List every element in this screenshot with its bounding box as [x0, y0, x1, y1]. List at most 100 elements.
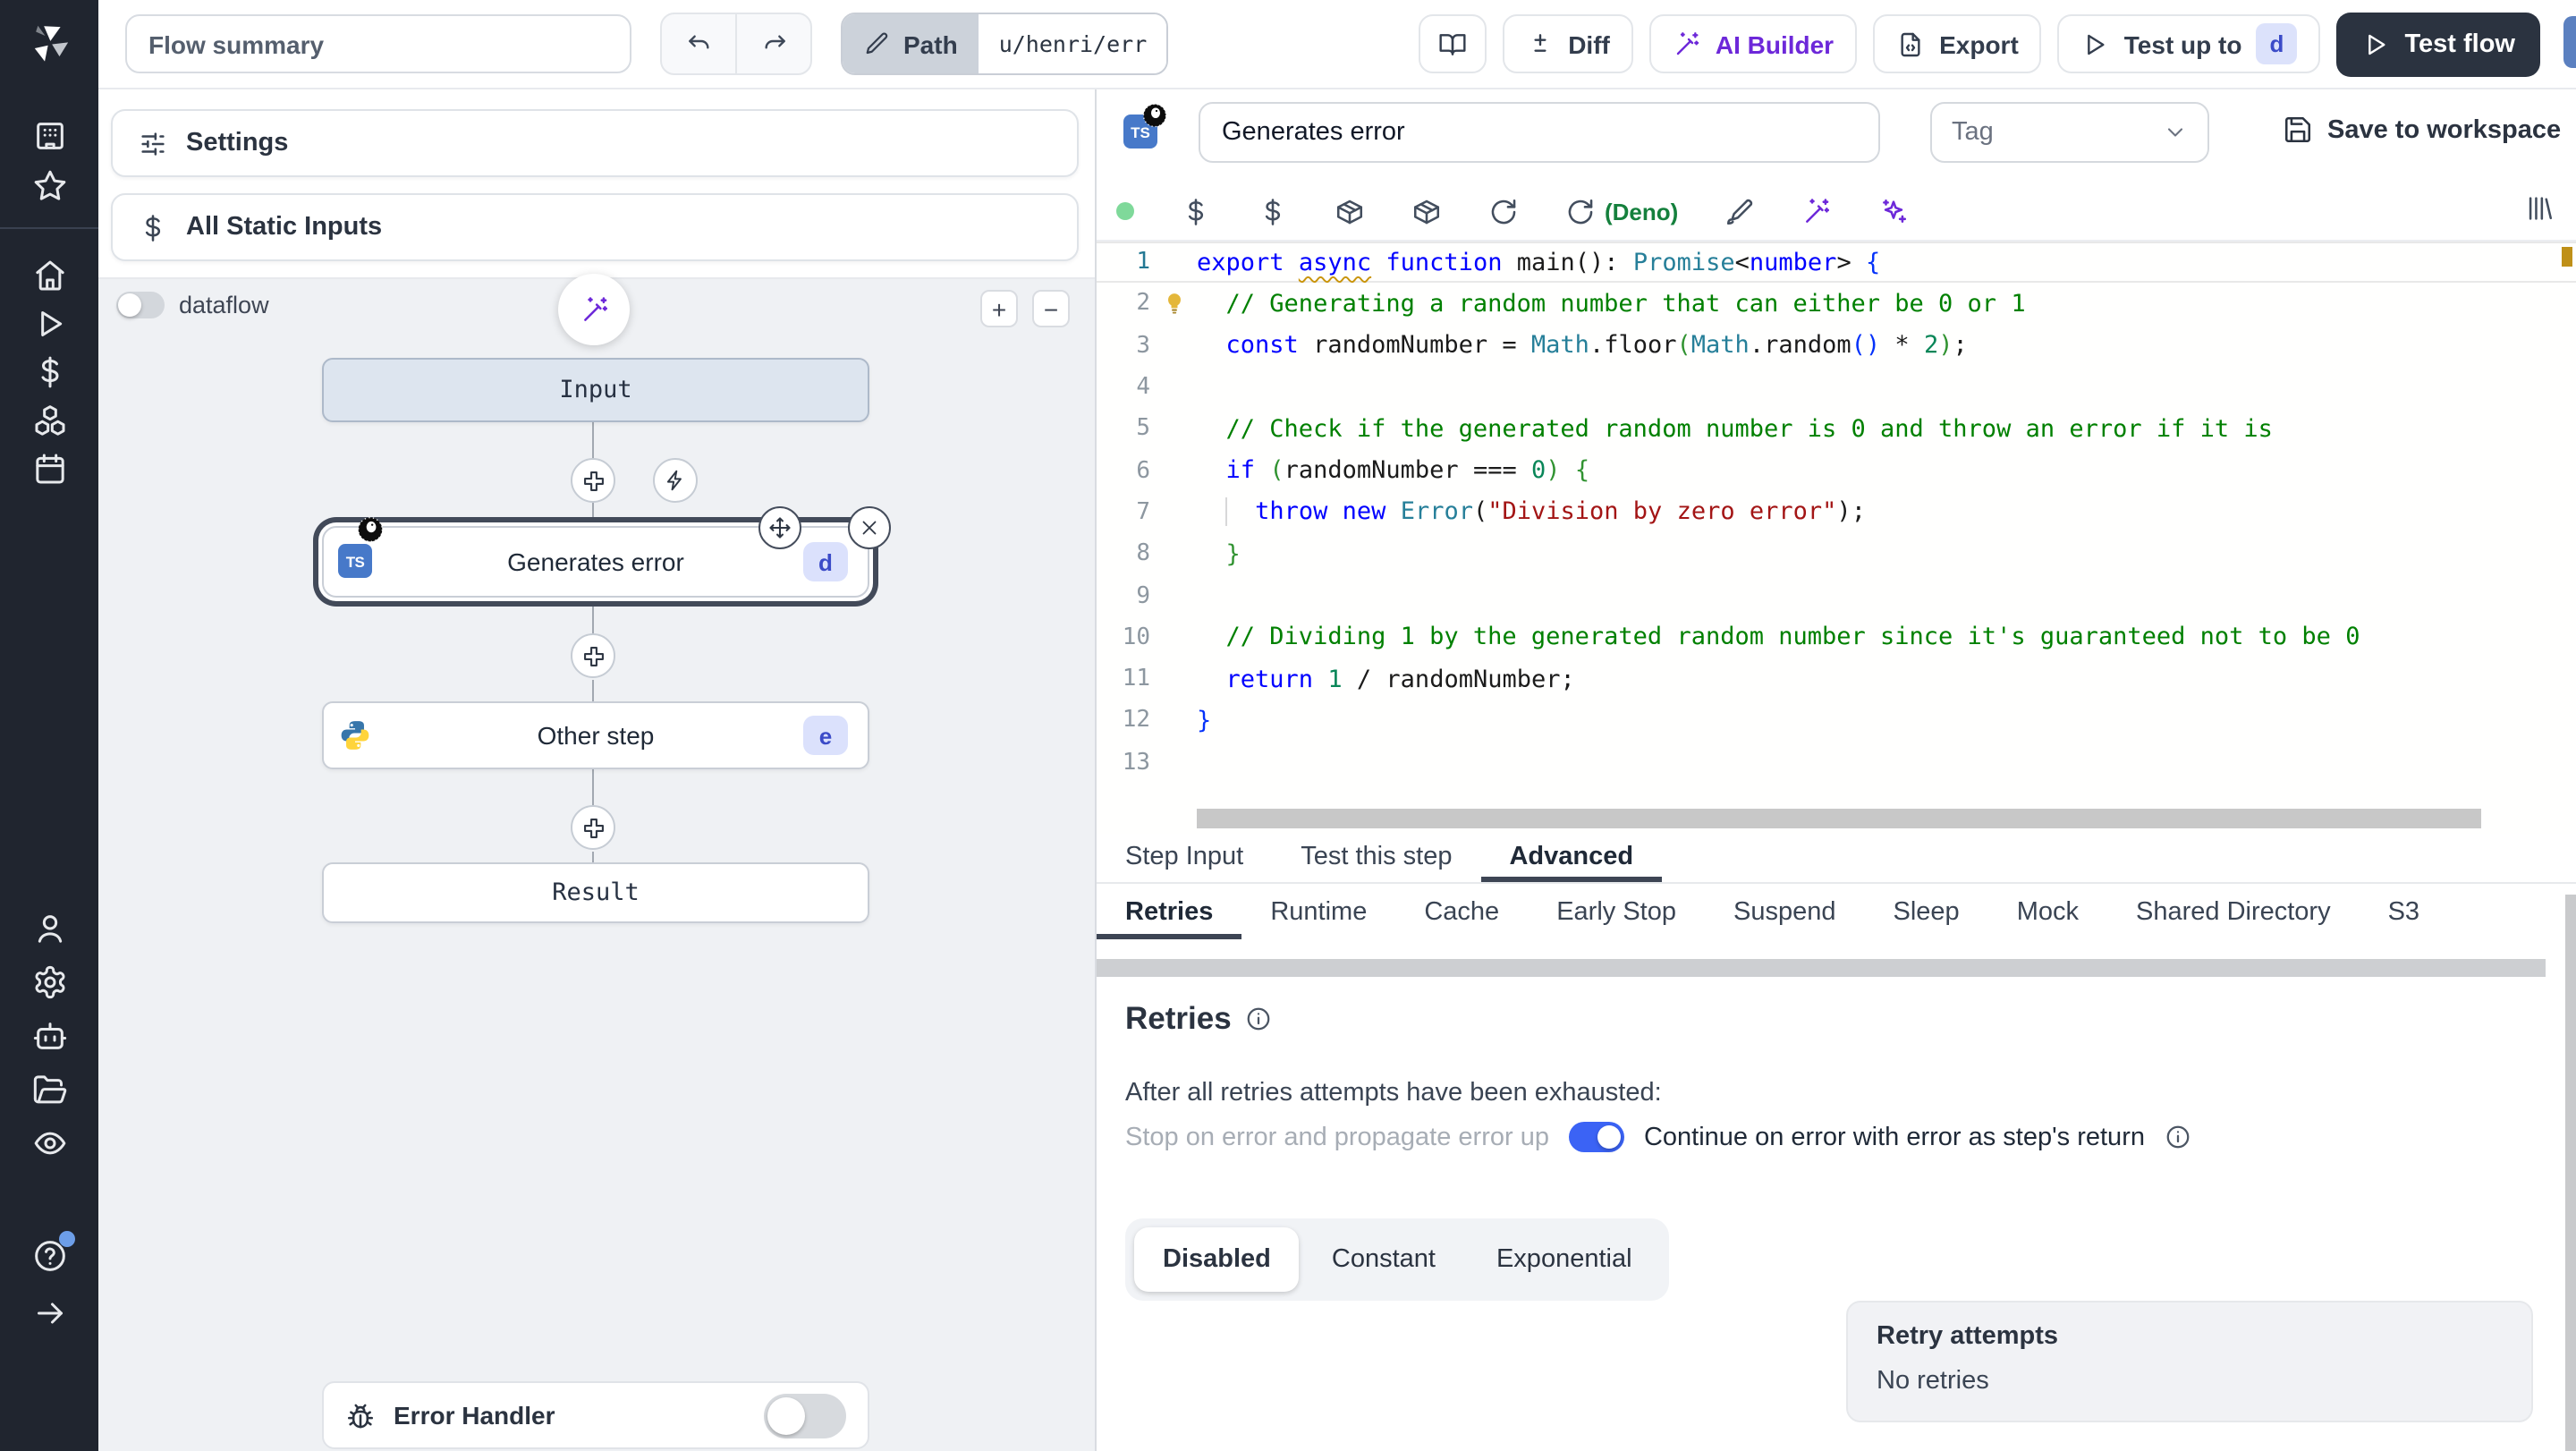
- zoom-out-button[interactable]: −: [1032, 290, 1070, 327]
- test-flow-button[interactable]: Test flow: [2336, 12, 2540, 76]
- subtab-mock[interactable]: Mock: [1988, 884, 2107, 939]
- subtab-retries[interactable]: Retries: [1097, 884, 1241, 939]
- add-trigger-button[interactable]: [653, 458, 698, 503]
- redo-button[interactable]: [735, 14, 810, 73]
- info-icon[interactable]: [1246, 1006, 1273, 1032]
- error-handler-card[interactable]: Error Handler: [322, 1381, 869, 1449]
- sidebar-item-resources[interactable]: [28, 399, 71, 442]
- diff-button[interactable]: Diff: [1502, 14, 1633, 73]
- sidebar-item-folders[interactable]: [28, 1068, 71, 1111]
- save-to-workspace-button[interactable]: Save to workspace: [2283, 115, 2561, 145]
- undo-button[interactable]: [662, 14, 735, 73]
- toolbar-dollar-icon[interactable]: [1258, 196, 1288, 226]
- export-button[interactable]: Export: [1873, 14, 2042, 73]
- subtab-early-stop[interactable]: Early Stop: [1528, 884, 1705, 939]
- subtab-shared-directory[interactable]: Shared Directory: [2107, 884, 2360, 939]
- subtab-suspend[interactable]: Suspend: [1705, 884, 1865, 939]
- info-icon[interactable]: [2165, 1124, 2191, 1150]
- move-step-button[interactable]: [758, 506, 801, 549]
- toolbar-package-icon[interactable]: [1411, 196, 1442, 226]
- code-line-1[interactable]: 1 export async function main(): Promise<n…: [1097, 242, 2576, 284]
- sidebar-item-variables[interactable]: [28, 351, 71, 394]
- subtab-runtime[interactable]: Runtime: [1241, 884, 1395, 939]
- flow-summary-input[interactable]: Flow summary: [125, 14, 631, 73]
- step-name-input[interactable]: Generates error: [1199, 102, 1880, 163]
- subtab-s3[interactable]: S3: [2360, 884, 2449, 939]
- sidebar-item-help[interactable]: [28, 1231, 74, 1277]
- tab-advanced[interactable]: Advanced: [1480, 832, 1662, 882]
- sidebar-item-users[interactable]: [28, 907, 71, 950]
- path-label-segment: Path: [843, 14, 979, 73]
- code-line-6[interactable]: 6 if (randomNumber === 0) {: [1097, 450, 2576, 492]
- flow-ai-button[interactable]: [558, 274, 630, 345]
- code-line-12[interactable]: 12}: [1097, 700, 2576, 742]
- code-line-7[interactable]: 7 throw new Error("Division by zero erro…: [1097, 492, 2576, 534]
- test-up-to-button[interactable]: Test up to d: [2057, 14, 2321, 73]
- sidebar-expand[interactable]: [28, 1292, 71, 1335]
- sidebar-item-home[interactable]: [28, 254, 71, 297]
- tab-test-this-step[interactable]: Test this step: [1272, 832, 1480, 882]
- sidebar-item-runs[interactable]: [28, 302, 71, 345]
- ai-builder-button[interactable]: AI Builder: [1648, 14, 1858, 73]
- all-static-inputs-button[interactable]: All Static Inputs: [111, 193, 1079, 261]
- node-step1-id-badge: d: [803, 542, 848, 581]
- sidebar-item-schedules[interactable]: [28, 447, 71, 490]
- error-handler-toggle[interactable]: [764, 1393, 846, 1438]
- code-editor[interactable]: 1 export async function main(): Promise<n…: [1097, 240, 2576, 834]
- subtabs-scrollbar[interactable]: [1097, 959, 2546, 977]
- code-line-9[interactable]: 9: [1097, 575, 2576, 617]
- lightbulb-icon[interactable]: [1162, 293, 1185, 316]
- line-number: 13: [1122, 749, 1150, 776]
- node-step-other-step[interactable]: Other step e: [322, 701, 869, 769]
- code-line-13[interactable]: 13: [1097, 742, 2576, 784]
- deploy-button-edge[interactable]: [2563, 16, 2576, 68]
- tab-step-input[interactable]: Step Input: [1097, 832, 1272, 882]
- code-line-3[interactable]: 3 const randomNumber = Math.floor(Math.r…: [1097, 325, 2576, 367]
- node-result[interactable]: Result: [322, 862, 869, 923]
- tag-placeholder: Tag: [1952, 118, 1994, 147]
- tag-select[interactable]: Tag: [1930, 102, 2209, 163]
- flow-settings-label: Settings: [186, 129, 289, 157]
- code-line-11[interactable]: 11 return 1 / randomNumber;: [1097, 658, 2576, 700]
- node-input[interactable]: Input: [322, 358, 869, 422]
- retry-mode-exponential[interactable]: Exponential: [1468, 1227, 1661, 1292]
- retry-mode-constant[interactable]: Constant: [1303, 1227, 1464, 1292]
- code-line-8[interactable]: 8 }: [1097, 533, 2576, 575]
- windmill-logo-icon[interactable]: [25, 20, 73, 68]
- dataflow-toggle[interactable]: [116, 292, 165, 318]
- subtab-sleep[interactable]: Sleep: [1865, 884, 1988, 939]
- toolbar-brush-icon[interactable]: [1724, 196, 1755, 226]
- chevron-down-icon: [2163, 120, 2188, 145]
- code-line-4[interactable]: 4: [1097, 367, 2576, 409]
- add-step-button[interactable]: [571, 633, 615, 678]
- code-line-5[interactable]: 5 // Check if the generated random numbe…: [1097, 408, 2576, 450]
- zoom-in-button[interactable]: +: [980, 290, 1018, 327]
- sidebar-item-favorites[interactable]: [28, 165, 71, 208]
- sidebar-item-ai[interactable]: [28, 1014, 71, 1057]
- flow-settings-button[interactable]: Settings: [111, 109, 1079, 177]
- add-step-button[interactable]: [571, 458, 615, 503]
- editor-horizontal-scrollbar[interactable]: [1197, 809, 2481, 828]
- sidebar-item-settings[interactable]: [28, 961, 71, 1004]
- toolbar-dollar-icon[interactable]: [1181, 196, 1211, 226]
- panel-vertical-scrollbar[interactable]: [2565, 895, 2576, 1451]
- all-static-inputs-label: All Static Inputs: [186, 213, 383, 242]
- toolbar-package-icon[interactable]: [1335, 196, 1365, 226]
- toolbar-status-dot-icon[interactable]: [1116, 202, 1134, 220]
- continue-on-error-toggle[interactable]: [1568, 1122, 1624, 1152]
- toolbar-reload-icon[interactable]: [1488, 196, 1519, 226]
- code-line-10[interactable]: 10 // Dividing 1 by the generated random…: [1097, 616, 2576, 658]
- docs-button[interactable]: [1418, 14, 1487, 73]
- library-panel-icon[interactable]: [2524, 193, 2555, 224]
- delete-step-button[interactable]: [848, 506, 891, 549]
- path-button[interactable]: Path u/henri/err: [841, 13, 1169, 75]
- code-line-2[interactable]: 2 // Generating a random number that can…: [1097, 284, 2576, 326]
- retry-mode-disabled[interactable]: Disabled: [1134, 1227, 1300, 1292]
- toolbar-sparkles-icon[interactable]: [1878, 196, 1909, 226]
- sidebar-item-audit[interactable]: [28, 1122, 71, 1165]
- toolbar-wand-icon[interactable]: [1801, 196, 1832, 226]
- sidebar-item-workspace[interactable]: [28, 115, 71, 157]
- add-step-button[interactable]: [571, 805, 615, 850]
- subtab-cache[interactable]: Cache: [1395, 884, 1528, 939]
- toolbar-reload-icon[interactable]: (Deno): [1565, 196, 1678, 226]
